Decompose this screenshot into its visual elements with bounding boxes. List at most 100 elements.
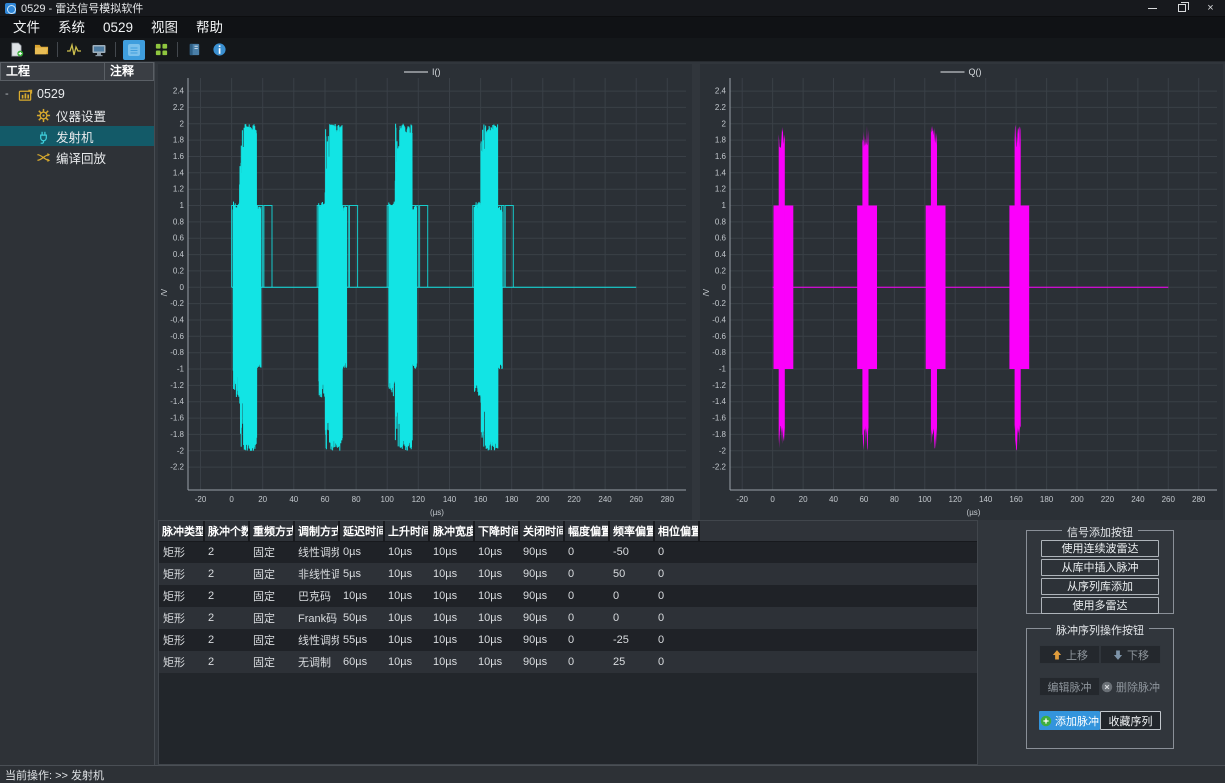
table-cell[interactable]: 2: [204, 651, 249, 673]
info-button[interactable]: [210, 41, 228, 59]
table-cell[interactable]: 矩形: [159, 607, 204, 629]
menu-view[interactable]: 视图: [142, 17, 187, 38]
table-cell[interactable]: 矩形: [159, 563, 204, 585]
table-cell[interactable]: 2: [204, 585, 249, 607]
column-header[interactable]: 频率偏置: [609, 521, 654, 541]
table-cell[interactable]: 10µs: [384, 607, 429, 629]
table-cell[interactable]: 0: [609, 607, 654, 629]
table-cell[interactable]: 90µs: [519, 541, 564, 563]
tab-project[interactable]: 工程: [1, 63, 105, 80]
menu-file[interactable]: 文件: [4, 17, 49, 38]
tree-item-compile-replay[interactable]: 编译回放: [0, 147, 154, 167]
use-cw-radar-button[interactable]: 使用连续波雷达: [1041, 540, 1159, 557]
table-cell[interactable]: 0: [564, 607, 609, 629]
table-cell[interactable]: 0µs: [339, 541, 384, 563]
table-cell[interactable]: Frank码: [294, 607, 339, 629]
table-cell[interactable]: 50: [609, 563, 654, 585]
table-cell[interactable]: 10µs: [384, 629, 429, 651]
dots-grid-button[interactable]: [152, 41, 170, 59]
move-down-button[interactable]: 下移: [1100, 645, 1161, 664]
table-cell[interactable]: 矩形: [159, 629, 204, 651]
table-cell[interactable]: 10µs: [339, 585, 384, 607]
insert-pulse-from-library-button[interactable]: 从库中插入脉冲: [1041, 559, 1159, 576]
delete-pulse-button[interactable]: 删除脉冲: [1100, 677, 1161, 696]
table-cell[interactable]: 10µs: [474, 629, 519, 651]
menu-system[interactable]: 系统: [49, 17, 94, 38]
table-cell[interactable]: 0: [654, 651, 699, 673]
table-cell[interactable]: 0: [654, 541, 699, 563]
table-cell[interactable]: 10µs: [429, 629, 474, 651]
table-cell[interactable]: 0: [654, 607, 699, 629]
table-cell[interactable]: 10µs: [429, 607, 474, 629]
table-cell[interactable]: 25: [609, 651, 654, 673]
minimize-button[interactable]: [1138, 0, 1167, 16]
table-cell[interactable]: 10µs: [384, 585, 429, 607]
column-header[interactable]: 上升时间: [384, 521, 429, 541]
table-cell[interactable]: 10µs: [474, 607, 519, 629]
menu-help[interactable]: 帮助: [187, 17, 232, 38]
new-file-button[interactable]: [7, 41, 25, 59]
table-cell[interactable]: 0: [654, 585, 699, 607]
column-header[interactable]: 关闭时间: [519, 521, 564, 541]
table-cell[interactable]: 90µs: [519, 585, 564, 607]
add-pulse-button[interactable]: 添加脉冲: [1039, 711, 1100, 730]
table-cell[interactable]: 50µs: [339, 607, 384, 629]
table-cell[interactable]: 2: [204, 607, 249, 629]
table-cell[interactable]: 2: [204, 541, 249, 563]
column-header[interactable]: 幅度偏置: [564, 521, 609, 541]
add-from-sequence-library-button[interactable]: 从序列库添加: [1041, 578, 1159, 595]
column-header[interactable]: 脉冲个数: [204, 521, 249, 541]
column-header[interactable]: 延迟时间: [339, 521, 384, 541]
table-cell[interactable]: 5µs: [339, 563, 384, 585]
table-row[interactable]: 矩形2固定Frank码50µs10µs10µs10µs90µs000: [159, 607, 977, 629]
table-cell[interactable]: 10µs: [474, 585, 519, 607]
table-cell[interactable]: 2: [204, 563, 249, 585]
table-cell[interactable]: 固定: [249, 563, 294, 585]
table-cell[interactable]: 10µs: [474, 541, 519, 563]
tree-item-transmitter[interactable]: 发射机: [0, 126, 154, 146]
table-cell[interactable]: 55µs: [339, 629, 384, 651]
table-cell[interactable]: 线性调频: [294, 541, 339, 563]
table-cell[interactable]: 0: [654, 629, 699, 651]
table-cell[interactable]: 10µs: [429, 651, 474, 673]
tab-comment[interactable]: 注释: [105, 63, 153, 80]
table-cell[interactable]: 矩形: [159, 541, 204, 563]
column-header[interactable]: 调制方式: [294, 521, 339, 541]
table-cell[interactable]: 10µs: [429, 563, 474, 585]
table-cell[interactable]: 固定: [249, 607, 294, 629]
screen-button[interactable]: [90, 41, 108, 59]
move-up-button[interactable]: 上移: [1039, 645, 1100, 664]
table-cell[interactable]: 10µs: [429, 585, 474, 607]
table-row[interactable]: 矩形2固定线性调频55µs10µs10µs10µs90µs0-250: [159, 629, 977, 651]
table-cell[interactable]: 线性调频: [294, 629, 339, 651]
table-row[interactable]: 矩形2固定线性调频0µs10µs10µs10µs90µs0-500: [159, 541, 977, 563]
notebook-button[interactable]: [185, 41, 203, 59]
collapse-icon[interactable]: -: [5, 88, 14, 100]
column-header[interactable]: 重频方式: [249, 521, 294, 541]
table-cell[interactable]: 矩形: [159, 651, 204, 673]
table-cell[interactable]: 0: [564, 563, 609, 585]
table-cell[interactable]: 90µs: [519, 651, 564, 673]
table-cell[interactable]: 10µs: [384, 651, 429, 673]
table-cell[interactable]: 10µs: [429, 541, 474, 563]
close-button[interactable]: ×: [1196, 0, 1225, 16]
table-cell[interactable]: 90µs: [519, 563, 564, 585]
save-sequence-button[interactable]: 收藏序列: [1100, 711, 1161, 730]
column-header[interactable]: 相位偏置: [654, 521, 699, 541]
table-cell[interactable]: 0: [654, 563, 699, 585]
table-cell[interactable]: -25: [609, 629, 654, 651]
tree-node-root[interactable]: - 0529: [0, 84, 154, 104]
column-header[interactable]: 脉冲类型: [159, 521, 204, 541]
table-cell[interactable]: 10µs: [474, 651, 519, 673]
menu-project[interactable]: 0529: [94, 17, 142, 38]
table-cell[interactable]: 90µs: [519, 629, 564, 651]
table-cell[interactable]: -50: [609, 541, 654, 563]
table-cell[interactable]: 0: [564, 629, 609, 651]
table-cell[interactable]: 10µs: [384, 541, 429, 563]
table-row[interactable]: 矩形2固定巴克码10µs10µs10µs10µs90µs000: [159, 585, 977, 607]
use-multi-radar-button[interactable]: 使用多雷达: [1041, 597, 1159, 614]
table-cell[interactable]: 0: [564, 651, 609, 673]
table-cell[interactable]: 10µs: [384, 563, 429, 585]
table-row[interactable]: 矩形2固定无调制60µs10µs10µs10µs90µs0250: [159, 651, 977, 673]
table-cell[interactable]: 0: [609, 585, 654, 607]
